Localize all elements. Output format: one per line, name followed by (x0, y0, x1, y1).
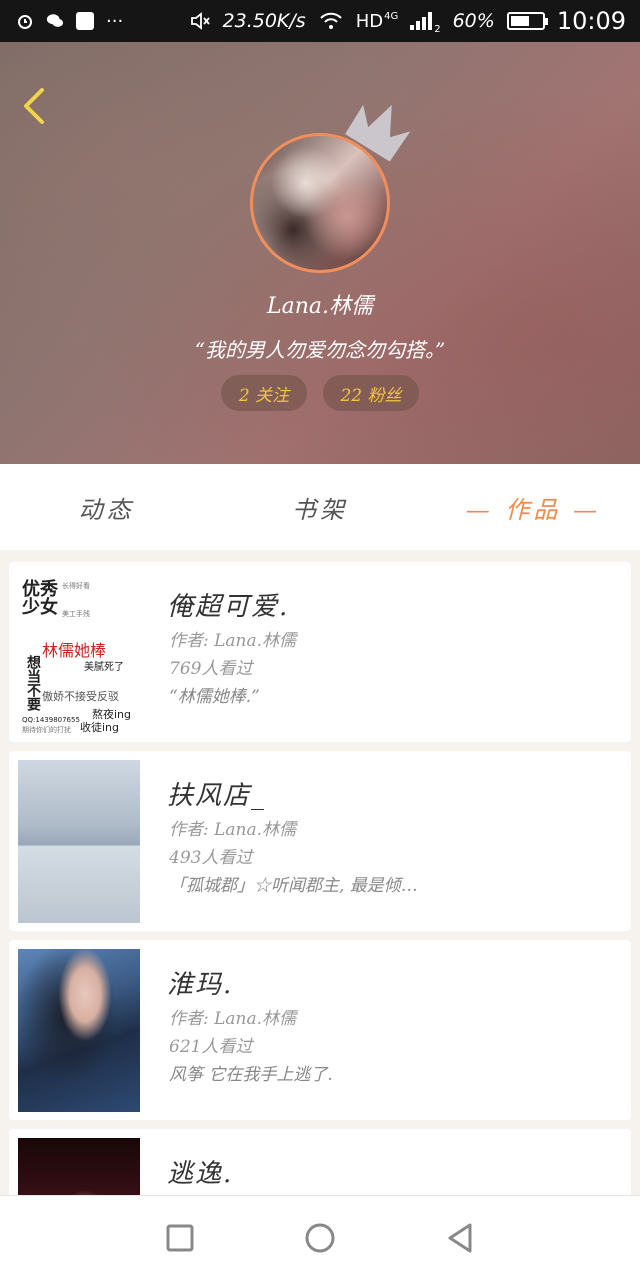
alarm-icon (18, 15, 32, 29)
clock: 10:09 (556, 7, 626, 35)
recent-apps-icon[interactable] (160, 1218, 200, 1258)
wifi-icon (319, 12, 342, 29)
fans-count-button[interactable]: 22 粉丝 (323, 375, 419, 411)
work-card[interactable]: 优秀 少女 长得好看 美工手残 林儒她棒 想当不要 美腻死了 傲娇不接受反驳 Q… (9, 562, 631, 742)
work-author: 作者: Lana.林儒 (169, 820, 297, 840)
back-icon[interactable] (440, 1218, 480, 1258)
profile-header: Lana.林儒 “我的男人勿爱勿念勿勾搭。” 2 关注 22 粉丝 (0, 42, 640, 464)
username: Lana.林儒 (266, 294, 373, 319)
work-author: 作者: Lana.林儒 (169, 631, 297, 651)
sim-slot: 2 (434, 24, 441, 35)
cover-text: QQ:1439807655 (22, 716, 80, 724)
tab-bookshelf[interactable]: 书架 (213, 490, 426, 525)
tab-works[interactable]: — 作品 — (427, 490, 640, 525)
following-count-button[interactable]: 2 关注 (221, 375, 307, 411)
battery-percent: 60% (452, 10, 495, 32)
work-author: 作者: Lana.林儒 (169, 1009, 297, 1029)
work-cover (18, 1138, 140, 1195)
back-arrow-icon[interactable] (18, 86, 52, 126)
battery-icon (506, 12, 548, 30)
tab-updates[interactable]: 动态 (0, 490, 213, 525)
work-title: 逃逸. (167, 1159, 234, 1189)
works-list: 优秀 少女 长得好看 美工手残 林儒她棒 想当不要 美腻死了 傲娇不接受反驳 Q… (0, 550, 640, 1195)
signal-icon (410, 12, 433, 30)
profile-tabs: 动态 书架 — 作品 — (0, 464, 640, 550)
cover-text: 林儒她棒 (42, 641, 107, 660)
work-card[interactable]: 逃逸. (9, 1129, 631, 1195)
work-views: 621人看过 (169, 1037, 253, 1057)
net-speed: 23.50K/s (222, 10, 306, 32)
work-title: 扶风店_ (167, 781, 267, 811)
work-cover (18, 760, 140, 923)
mute-icon (190, 12, 210, 30)
work-cover: 优秀 少女 长得好看 美工手残 林儒她棒 想当不要 美腻死了 傲娇不接受反驳 Q… (18, 571, 140, 734)
network-gen: 4G (384, 10, 399, 22)
cover-text: 长得好看 (62, 582, 90, 590)
cover-text: 期待你们的打扰 (22, 726, 71, 734)
notification-square-icon (76, 12, 94, 30)
avatar[interactable] (250, 133, 390, 273)
status-bar: ··· 23.50K/s HD 4G 2 60% 10:09 (0, 0, 640, 42)
wechat-icon (46, 14, 64, 27)
cover-text: 收徒ing (80, 721, 120, 734)
profile-motto: “我的男人勿爱勿念勿勾搭。” (194, 338, 446, 362)
cover-text: 美腻死了 (84, 662, 124, 673)
work-views: 493人看过 (169, 848, 253, 868)
work-title: 淮玛. (167, 970, 234, 1000)
work-cover (18, 949, 140, 1112)
network-label: HD (355, 10, 384, 32)
work-description: 「孤城郡」☆听闻郡主, 最是倾… (169, 876, 418, 896)
work-card[interactable]: 淮玛. 作者: Lana.林儒 621人看过 风筝 它在我手上逃了. (9, 940, 631, 1120)
work-views: 769人看过 (169, 659, 253, 679)
work-card[interactable]: 扶风店_ 作者: Lana.林儒 493人看过 「孤城郡」☆听闻郡主, 最是倾… (9, 751, 631, 931)
home-icon[interactable] (300, 1218, 340, 1258)
cover-text: 傲娇不接受反驳 (42, 690, 119, 703)
cover-text: 美工手残 (62, 610, 90, 618)
cover-text: 熬夜ing (92, 708, 132, 721)
cover-text: 少女 (22, 597, 58, 618)
cover-text: 想当不要 (25, 655, 41, 711)
more-notifications-icon: ··· (106, 10, 124, 32)
system-nav-bar (0, 1195, 640, 1280)
work-description: “林儒她棒.” (169, 687, 260, 707)
work-description: 风筝 它在我手上逃了. (169, 1065, 333, 1085)
work-title: 俺超可爱. (167, 592, 290, 622)
